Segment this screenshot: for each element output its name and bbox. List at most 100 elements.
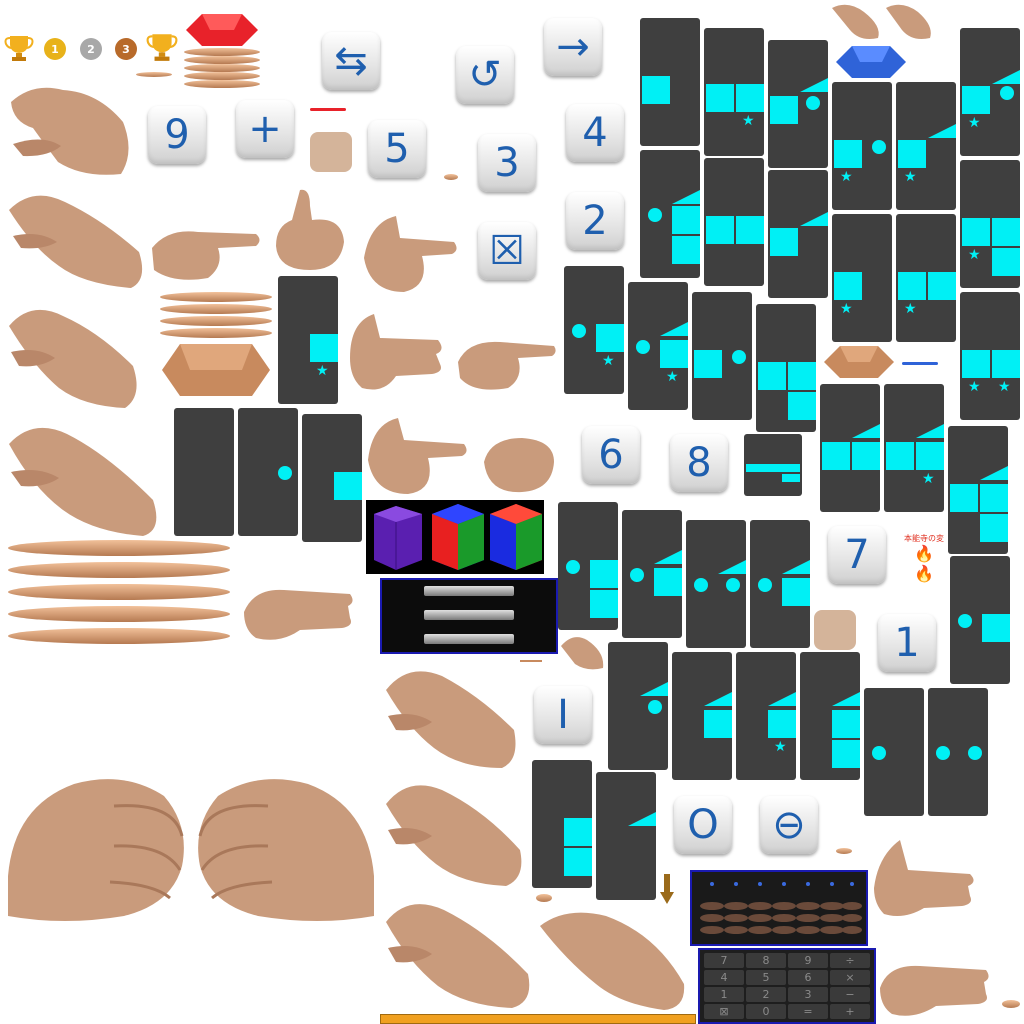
puzzle-card[interactable] [704, 158, 764, 286]
puzzle-card[interactable] [302, 414, 362, 542]
puzzle-card[interactable] [596, 772, 656, 900]
menu-bar[interactable] [424, 634, 514, 644]
promo-sticker: 本能寺の変 🔥 🔥 [900, 534, 948, 596]
puzzle-card[interactable] [608, 642, 668, 770]
puzzle-card[interactable] [640, 150, 700, 278]
puzzle-card[interactable] [238, 408, 298, 536]
puzzle-card[interactable] [750, 520, 810, 648]
puzzle-card[interactable] [948, 426, 1008, 554]
puzzle-card[interactable]: ★ [564, 266, 624, 394]
number-tile-9[interactable]: 9 [148, 106, 206, 164]
keypad-key[interactable]: ÷ [830, 953, 870, 968]
plus-tile[interactable]: + [236, 100, 294, 158]
gold-medal-icon: 1 [44, 38, 66, 60]
puzzle-card[interactable] [928, 688, 988, 816]
puzzle-card[interactable]: ★ [278, 276, 338, 404]
hand-pinch-sprite [386, 785, 522, 886]
puzzle-card[interactable]: ★ [884, 384, 944, 512]
puzzle-card[interactable] [622, 510, 682, 638]
puzzle-card[interactable]: ★ [896, 82, 956, 210]
puzzle-card[interactable]: ★ [896, 214, 956, 342]
keypad-key[interactable]: × [830, 970, 870, 985]
letter-tile-o[interactable]: O [674, 796, 732, 854]
number-tile-1[interactable]: 1 [878, 614, 936, 672]
hand-pinch-sprite [9, 309, 137, 408]
puzzle-card[interactable] [692, 292, 752, 420]
hand-point-sprite [152, 231, 260, 280]
swap-tile[interactable]: ⇆ [322, 32, 380, 90]
minus-circle-tile[interactable]: ⊖ [760, 796, 818, 854]
keypad-key[interactable]: 5 [746, 970, 786, 985]
number-tile-5[interactable]: 5 [368, 120, 426, 178]
arrow-right-tile[interactable]: → [544, 18, 602, 76]
puzzle-card[interactable]: ★ [736, 652, 796, 780]
undo-tile[interactable]: ↺ [456, 46, 514, 104]
keypad-key[interactable]: 6 [788, 970, 828, 985]
keypad-key[interactable]: ⊠ [704, 1004, 744, 1019]
keypad-key[interactable]: 0 [746, 1004, 786, 1019]
keypad-panel: 7 8 9 ÷ 4 5 6 × 1 2 3 − ⊠ 0 = + [698, 948, 876, 1024]
puzzle-card[interactable] [768, 40, 828, 168]
puzzle-card[interactable]: ★ ★ [960, 292, 1020, 420]
puzzle-card[interactable] [532, 760, 592, 888]
keypad-key[interactable]: + [830, 1004, 870, 1019]
puzzle-card[interactable] [950, 556, 1010, 684]
wood-chip-sprite [1002, 1000, 1020, 1008]
puzzle-card[interactable] [820, 384, 880, 512]
puzzle-card[interactable] [864, 688, 924, 816]
bronze-medal-icon: 3 [115, 38, 137, 60]
keypad-key[interactable]: = [788, 1004, 828, 1019]
puzzle-card[interactable] [800, 652, 860, 780]
keypad-key[interactable]: − [830, 987, 870, 1002]
wood-chip-sprite [444, 174, 458, 180]
puzzle-card[interactable] [686, 520, 746, 648]
red-line-sprite [310, 108, 346, 111]
keypad-key[interactable]: 4 [704, 970, 744, 985]
puzzle-card[interactable] [672, 652, 732, 780]
number-tile-7[interactable]: 7 [828, 526, 886, 584]
promo-title: 本能寺の変 [904, 534, 944, 543]
blue-gem-sprite [836, 46, 906, 78]
keypad-key[interactable]: 9 [788, 953, 828, 968]
wood-stack-sprite [184, 48, 260, 90]
wood-tower-sprite [160, 292, 272, 400]
hand-pinch-sprite [540, 912, 685, 1010]
hand-small-sprite [561, 637, 604, 670]
hand-flat-sprite [244, 589, 353, 640]
down-arrow-icon [660, 874, 674, 904]
number-tile-3[interactable]: 3 [478, 134, 536, 192]
menu-bar[interactable] [424, 610, 514, 620]
keypad-key[interactable]: 2 [746, 987, 786, 1002]
number-tile-8[interactable]: 8 [670, 434, 728, 492]
puzzle-card[interactable]: ★ [832, 82, 892, 210]
letter-tile-i[interactable]: I [534, 686, 592, 744]
hand-point-sprite [368, 418, 467, 494]
keypad-key[interactable]: 8 [746, 953, 786, 968]
puzzle-card[interactable]: ★ [628, 282, 688, 410]
puzzle-card[interactable] [558, 502, 618, 630]
puzzle-card[interactable]: ★ [704, 28, 764, 156]
keypad-key[interactable]: 1 [704, 987, 744, 1002]
hand-pair-small-sprite [832, 4, 931, 40]
number-tile-2[interactable]: 2 [566, 192, 624, 250]
puzzle-card[interactable]: ★ [960, 28, 1020, 156]
puzzle-card[interactable] [640, 18, 700, 146]
menu-bar[interactable] [424, 586, 514, 596]
puzzle-card[interactable]: ★ [832, 214, 892, 342]
puzzle-card[interactable] [756, 304, 816, 432]
puzzle-card-mini[interactable] [744, 434, 802, 496]
hand-fist-sprite [484, 438, 554, 493]
keypad-key[interactable]: 7 [704, 953, 744, 968]
hand-pinch-sprite [9, 195, 143, 288]
hand-open-sprite [874, 840, 974, 916]
puzzle-card[interactable]: ★ [960, 160, 1020, 288]
wood-plank-sprite [136, 72, 172, 77]
number-tile-6[interactable]: 6 [582, 426, 640, 484]
menu-panel [380, 578, 558, 654]
puzzle-card[interactable] [174, 408, 234, 536]
close-box-tile[interactable]: ☒ [478, 222, 536, 280]
keypad-key[interactable]: 3 [788, 987, 828, 1002]
wood-long-stack-sprite [8, 540, 230, 644]
number-tile-4[interactable]: 4 [566, 104, 624, 162]
puzzle-card[interactable] [768, 170, 828, 298]
